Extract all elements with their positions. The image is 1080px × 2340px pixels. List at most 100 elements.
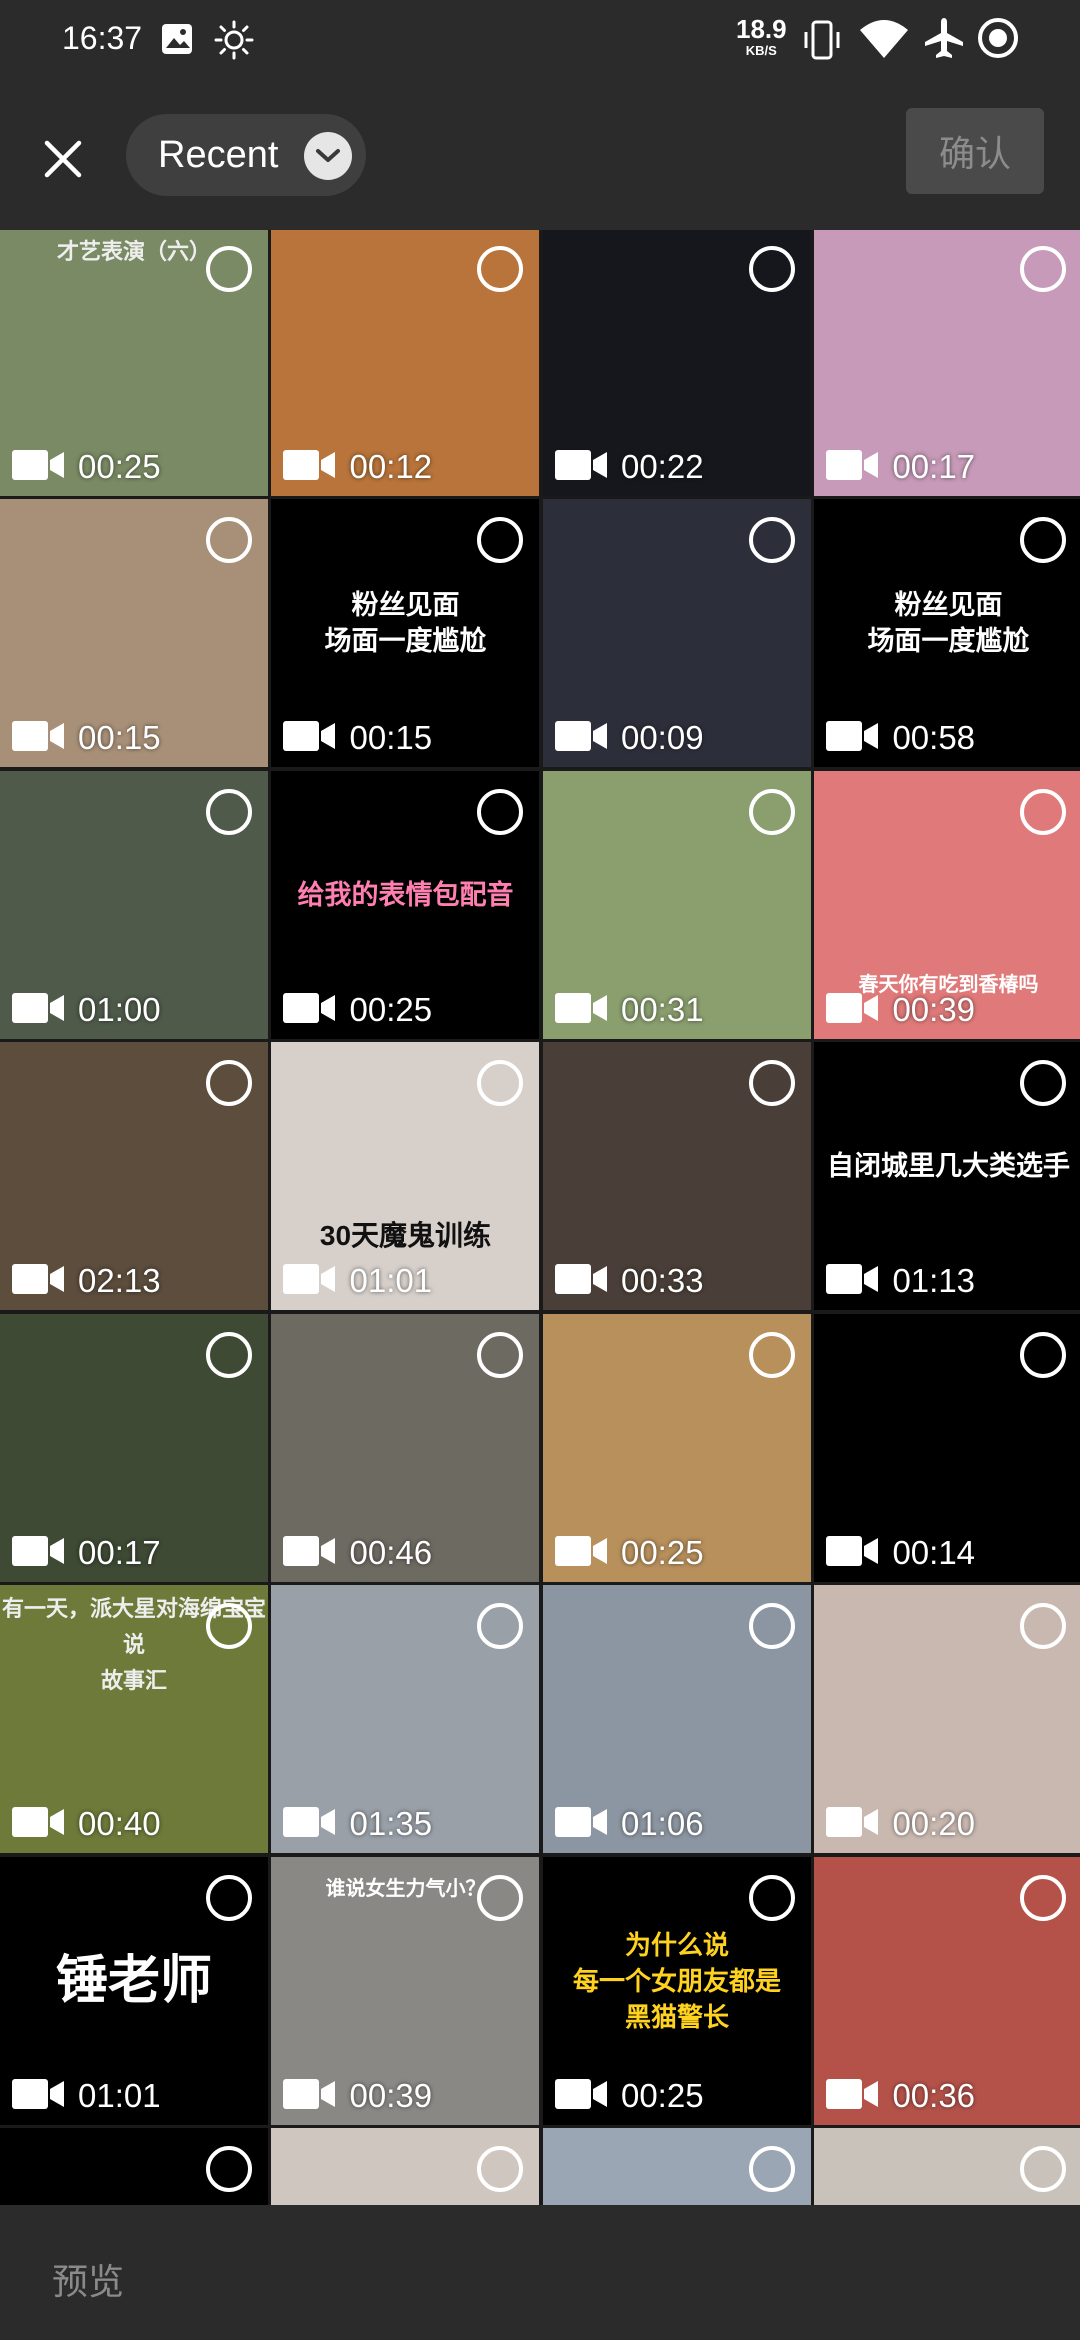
- thumbnail-caption: 给我的表情包配音: [297, 879, 514, 910]
- media-item[interactable]: 00:36: [814, 1856, 1080, 2125]
- video-duration: 00:46: [349, 1533, 433, 1571]
- select-checkbox[interactable]: [748, 246, 795, 292]
- media-item[interactable]: [542, 2128, 811, 2205]
- album-selector[interactable]: Recent: [126, 114, 366, 196]
- video-duration: 01:01: [349, 1262, 433, 1300]
- video-duration: 00:09: [620, 719, 704, 757]
- video-duration: 00:36: [892, 2076, 976, 2114]
- media-item[interactable]: 00:25: [542, 1313, 811, 1582]
- album-label: Recent: [158, 133, 279, 176]
- thumbnail-caption: 为什么说 每一个女朋友都是 黑猫警长: [572, 1929, 781, 2032]
- video-duration: 00:20: [892, 1805, 976, 1843]
- media-item[interactable]: 粉丝见面 场面一度尴尬 00:15: [271, 499, 540, 768]
- media-item[interactable]: 00:17: [0, 1313, 268, 1582]
- network-speed: 18.9 KB/S: [736, 14, 787, 58]
- video-camera-icon: [826, 1264, 879, 1295]
- media-item[interactable]: 有一天，派大星对海绵宝宝说 故事汇 00:40: [0, 1585, 268, 1854]
- video-duration: 00:58: [892, 719, 976, 757]
- close-button[interactable]: [30, 126, 96, 192]
- video-duration: 00:17: [892, 448, 976, 485]
- airplane-icon: [925, 18, 963, 58]
- media-item[interactable]: 00:46: [271, 1313, 540, 1582]
- media-item[interactable]: 01:00: [0, 770, 268, 1039]
- preview-button[interactable]: 预览: [52, 2253, 124, 2305]
- video-duration: 00:39: [892, 990, 976, 1028]
- video-camera-icon: [12, 721, 64, 752]
- video-duration: 00:12: [349, 448, 433, 485]
- media-item[interactable]: 春天你有吃到香椿吗 00:39: [814, 770, 1080, 1039]
- thumbnail-caption: 粉丝见面 场面一度尴尬: [867, 590, 1030, 657]
- select-checkbox[interactable]: [206, 246, 252, 292]
- video-duration: 00:31: [620, 990, 704, 1028]
- video-duration: 00:25: [620, 2076, 704, 2114]
- media-item[interactable]: 00:33: [542, 1042, 811, 1311]
- select-checkbox[interactable]: [748, 788, 795, 835]
- video-camera-icon: [283, 1807, 336, 1838]
- media-item[interactable]: 00:20: [814, 1585, 1080, 1854]
- media-item[interactable]: 粉丝见面 场面一度尴尬 00:58: [814, 499, 1080, 768]
- thumbnail-caption: 30天魔鬼训练: [319, 1220, 492, 1252]
- video-duration: 00:25: [78, 448, 161, 485]
- video-duration: 01:01: [78, 2076, 161, 2114]
- media-item[interactable]: 00:12: [271, 230, 540, 496]
- video-camera-icon: [283, 721, 336, 752]
- video-camera-icon: [554, 1264, 607, 1295]
- video-duration: 00:15: [78, 719, 161, 757]
- media-item[interactable]: [271, 2128, 540, 2205]
- status-bar: 16:37 18.9 KB/S: [0, 0, 1080, 80]
- select-checkbox[interactable]: [206, 1331, 252, 1378]
- bottom-bar: 预览: [0, 2205, 1080, 2340]
- media-item[interactable]: 为什么说 每一个女朋友都是 黑猫警长 00:25: [542, 1856, 811, 2125]
- media-item[interactable]: 30天魔鬼训练 01:01: [271, 1042, 540, 1311]
- media-item[interactable]: 01:35: [271, 1585, 540, 1854]
- media-item[interactable]: 才艺表演（六） 00:25: [0, 230, 268, 496]
- media-item[interactable]: 00:14: [814, 1313, 1080, 1582]
- video-camera-icon: [12, 450, 64, 480]
- video-camera-icon: [554, 992, 607, 1023]
- video-camera-icon: [12, 992, 64, 1023]
- media-item[interactable]: 给我的表情包配音 00:25: [271, 770, 540, 1039]
- video-camera-icon: [826, 450, 879, 480]
- media-grid: 才艺表演（六） 00:25 00:12 00:22 00:17 00:15 粉丝见面 场面一…: [0, 230, 1080, 2205]
- select-checkbox[interactable]: [206, 788, 252, 835]
- video-duration: 01:06: [620, 1805, 704, 1843]
- video-camera-icon: [283, 992, 336, 1023]
- video-camera-icon: [283, 1535, 336, 1566]
- thumbnail-caption: 自闭城里几大类选手: [826, 1151, 1070, 1182]
- media-item[interactable]: 锤老师 01:01: [0, 1856, 268, 2125]
- image-icon: [162, 24, 192, 54]
- media-item[interactable]: [0, 2128, 268, 2205]
- media-item[interactable]: 00:09: [542, 499, 811, 768]
- media-item[interactable]: 谁说女生力气小？ 00:39: [271, 1856, 540, 2125]
- confirm-button[interactable]: 确认: [906, 108, 1044, 194]
- select-checkbox[interactable]: [748, 1874, 795, 1921]
- video-camera-icon: [826, 1807, 879, 1838]
- video-duration: 00:33: [620, 1262, 704, 1300]
- video-duration: 00:40: [78, 1805, 161, 1843]
- select-checkbox[interactable]: [748, 1331, 795, 1378]
- wifi-icon: [860, 20, 908, 58]
- vibrate-icon: [804, 20, 840, 60]
- video-duration: 00:17: [78, 1533, 161, 1571]
- brightness-icon: [214, 20, 254, 60]
- video-camera-icon: [826, 721, 879, 752]
- video-duration: 00:39: [349, 2076, 433, 2114]
- media-item[interactable]: 02:13: [0, 1042, 268, 1311]
- media-item[interactable]: 01:06: [542, 1585, 811, 1854]
- video-camera-icon: [554, 1535, 607, 1566]
- media-item[interactable]: 自闭城里几大类选手 01:13: [814, 1042, 1080, 1311]
- video-camera-icon: [283, 450, 336, 480]
- video-camera-icon: [554, 1807, 607, 1838]
- video-camera-icon: [12, 1264, 64, 1295]
- thumbnail-caption: 锤老师: [55, 1951, 212, 2010]
- select-checkbox[interactable]: [206, 1874, 252, 1921]
- media-item[interactable]: 00:17: [814, 230, 1080, 496]
- video-camera-icon: [12, 2078, 64, 2109]
- media-item[interactable]: [814, 2128, 1080, 2205]
- media-item[interactable]: 00:31: [542, 770, 811, 1039]
- media-item[interactable]: 00:22: [542, 230, 811, 496]
- video-camera-icon: [283, 1264, 336, 1295]
- media-item[interactable]: 00:15: [0, 499, 268, 768]
- video-duration: 00:15: [349, 719, 433, 757]
- video-camera-icon: [554, 721, 607, 752]
